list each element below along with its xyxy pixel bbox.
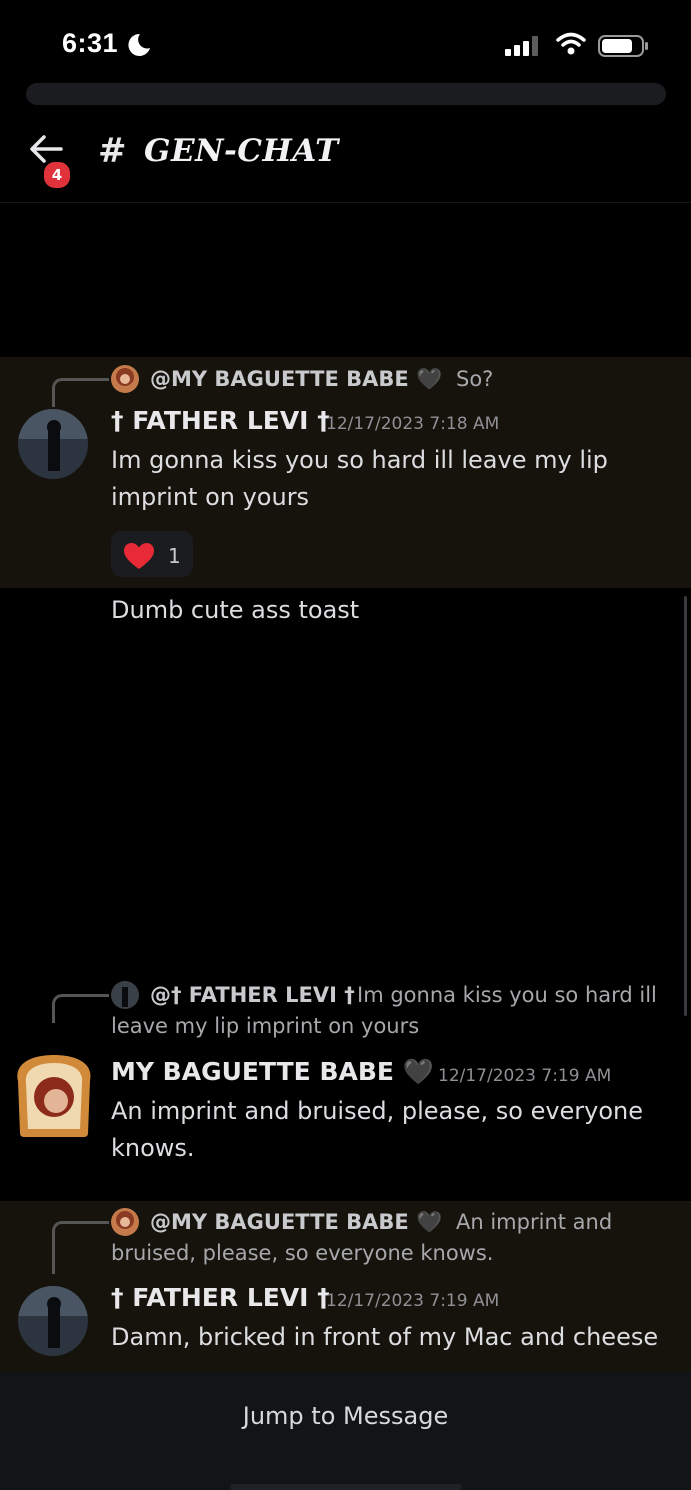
notification-badge: 4 <box>42 160 72 190</box>
signal-icon <box>505 36 538 56</box>
message-text-line: knows. <box>111 1134 195 1162</box>
reply-connector <box>52 994 109 1023</box>
moon-icon <box>128 33 150 56</box>
scrollbar[interactable] <box>684 596 687 1016</box>
search-pill[interactable] <box>26 83 666 105</box>
message-text-line: An imprint and bruised, please, so every… <box>111 1097 644 1125</box>
reply-connector <box>52 1221 109 1274</box>
channel-title[interactable]: GEN-CHAT <box>144 133 339 169</box>
heart-icon <box>124 543 154 569</box>
avatar[interactable] <box>18 409 88 479</box>
reply-preview[interactable]: Im gonna kiss you so hard ill <box>357 983 657 1007</box>
message-author[interactable]: † FATHER LEVI † <box>111 1283 330 1312</box>
wifi-icon <box>556 32 586 55</box>
message-text-line: Damn, bricked in front of my Mac and che… <box>111 1323 659 1351</box>
reply-preview[interactable]: An imprint and <box>456 1210 612 1234</box>
message-timestamp: 12/17/2023 7:19 AM <box>326 1291 500 1311</box>
hash-icon: # <box>98 131 127 171</box>
status-time: 6:31 <box>62 28 119 58</box>
reply-mention[interactable]: @MY BAGUETTE BABE 🖤 <box>150 367 442 392</box>
avatar[interactable] <box>12 1053 96 1139</box>
reply-preview[interactable]: bruised, please, so everyone knows. <box>111 1241 493 1265</box>
message-text-line: imprint on yours <box>111 483 310 511</box>
message-text-line: Dumb cute ass toast <box>111 596 360 624</box>
message-author[interactable]: MY BAGUETTE BABE 🖤 <box>111 1057 434 1087</box>
reaction-count: 1 <box>168 544 181 568</box>
reply-connector <box>52 378 109 407</box>
reply-avatar <box>111 981 139 1009</box>
jump-to-message-button[interactable]: Jump to Message <box>0 1393 691 1439</box>
header-divider <box>0 202 691 203</box>
reply-mention[interactable]: @MY BAGUETTE BABE 🖤 <box>150 1210 442 1235</box>
message-author[interactable]: † FATHER LEVI † <box>111 406 330 435</box>
message-text-line: Im gonna kiss you so hard ill leave my l… <box>111 446 608 474</box>
reply-avatar <box>111 1208 139 1236</box>
reply-mention[interactable]: @† FATHER LEVI † <box>150 983 355 1007</box>
reply-avatar <box>111 365 139 393</box>
reply-preview[interactable]: So? <box>456 367 493 391</box>
message-timestamp: 12/17/2023 7:19 AM <box>438 1066 612 1086</box>
avatar[interactable] <box>18 1286 88 1356</box>
reply-preview[interactable]: leave my lip imprint on yours <box>111 1014 419 1038</box>
message-timestamp: 12/17/2023 7:18 AM <box>326 414 500 434</box>
home-indicator[interactable] <box>230 1484 462 1490</box>
battery-icon <box>598 35 648 57</box>
